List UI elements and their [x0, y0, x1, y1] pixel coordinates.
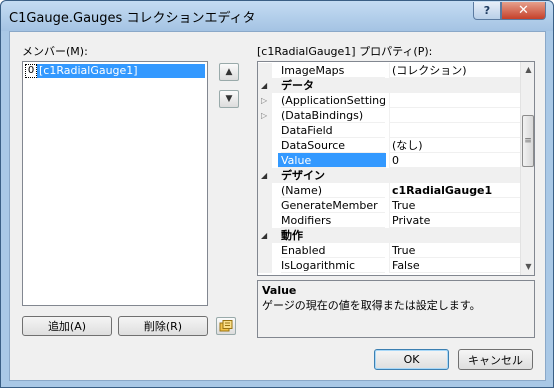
- property-row[interactable]: ImageMaps (コレクション): [258, 63, 520, 78]
- member-name: [c1RadialGauge1]: [37, 64, 205, 78]
- row-gutter: [258, 153, 272, 168]
- move-down-button[interactable]: ▼: [219, 90, 239, 108]
- property-row[interactable]: IsLogarithmic False: [258, 258, 520, 273]
- properties-label: [c1RadialGauge1] プロパティ(P):: [257, 45, 433, 58]
- category-label: 動作: [281, 229, 303, 242]
- arrow-up-icon: ▲: [225, 67, 233, 77]
- dialog-window: C1Gauge.Gauges コレクションエディタ ? ✕ メンバー(M): 0…: [0, 0, 554, 388]
- property-name: ImageMaps: [281, 63, 385, 78]
- category-row[interactable]: ◢ デザイン: [258, 168, 520, 183]
- arrow-down-icon: ▼: [225, 94, 233, 104]
- property-value[interactable]: c1RadialGauge1: [389, 183, 520, 198]
- row-gutter: [258, 258, 272, 273]
- property-row[interactable]: ▷ (ApplicationSettings): [258, 93, 520, 108]
- window-title: C1Gauge.Gauges コレクションエディタ: [9, 11, 256, 26]
- description-text: ゲージの現在の値を取得または設定します。: [262, 299, 481, 312]
- property-value[interactable]: Private: [389, 213, 520, 228]
- expand-icon[interactable]: ▷: [261, 108, 267, 123]
- category-row[interactable]: ◢ 動作: [258, 228, 520, 243]
- category-label: データ: [281, 79, 314, 92]
- property-value[interactable]: [389, 93, 520, 108]
- description-panel: Value ゲージの現在の値を取得または設定します。: [257, 280, 535, 338]
- cancel-button[interactable]: キャンセル: [458, 349, 533, 370]
- row-gutter: [258, 123, 272, 138]
- ok-button[interactable]: OK: [374, 349, 449, 370]
- property-row[interactable]: GenerateMember True: [258, 198, 520, 213]
- property-name: DataSource: [281, 138, 385, 153]
- property-name: GenerateMember: [281, 198, 385, 213]
- list-item[interactable]: 0 [c1RadialGauge1]: [25, 64, 205, 78]
- dialog-client-area: メンバー(M): 0 [c1RadialGauge1] ▲ ▼ 追加(A) 削除…: [9, 31, 546, 381]
- title-bar[interactable]: C1Gauge.Gauges コレクションエディタ ? ✕: [1, 1, 553, 31]
- property-row[interactable]: (Name) c1RadialGauge1: [258, 183, 520, 198]
- collapse-icon[interactable]: ◢: [261, 168, 267, 183]
- property-pages-button[interactable]: [216, 317, 236, 335]
- category-label: デザイン: [281, 169, 325, 182]
- property-name: IsLogarithmic: [281, 258, 385, 273]
- collapse-icon[interactable]: ◢: [261, 78, 267, 93]
- property-name: (ApplicationSettings): [281, 94, 385, 108]
- property-name: DataField: [281, 123, 385, 138]
- property-name: Value: [278, 153, 386, 168]
- property-name: (Name): [281, 183, 385, 198]
- property-grid[interactable]: ImageMaps (コレクション) ◢ データ ▷ (ApplicationS…: [257, 61, 535, 276]
- members-label: メンバー(M):: [22, 45, 88, 58]
- move-up-button[interactable]: ▲: [219, 63, 239, 81]
- help-button[interactable]: ?: [473, 2, 501, 20]
- property-row[interactable]: DataField: [258, 123, 520, 138]
- property-value[interactable]: [389, 123, 520, 138]
- property-row[interactable]: Enabled True: [258, 243, 520, 258]
- property-row-selected[interactable]: Value 0: [258, 153, 520, 168]
- property-value[interactable]: 0: [389, 153, 520, 168]
- property-row[interactable]: Modifiers Private: [258, 213, 520, 228]
- property-value[interactable]: (なし): [389, 138, 520, 153]
- close-button[interactable]: ✕: [501, 2, 546, 20]
- row-gutter: [258, 198, 272, 213]
- property-name: (DataBindings): [281, 108, 385, 123]
- property-value[interactable]: (コレクション): [389, 63, 520, 78]
- property-name: Enabled: [281, 243, 385, 258]
- property-value[interactable]: True: [389, 198, 520, 213]
- expand-icon[interactable]: ▷: [261, 93, 267, 108]
- property-row[interactable]: ▷ (DataBindings): [258, 108, 520, 123]
- members-list[interactable]: 0 [c1RadialGauge1]: [22, 61, 208, 306]
- property-name: Modifiers: [281, 213, 385, 228]
- description-title: Value: [262, 284, 297, 297]
- property-value[interactable]: [389, 108, 520, 123]
- row-gutter: [258, 138, 272, 153]
- vertical-scrollbar[interactable]: ▲ ≡ ▼: [520, 62, 534, 275]
- collapse-icon[interactable]: ◢: [261, 228, 267, 243]
- row-gutter: [258, 213, 272, 228]
- row-gutter: [258, 243, 272, 258]
- property-row[interactable]: DataSource (なし): [258, 138, 520, 153]
- scroll-down-icon[interactable]: ▼: [521, 259, 534, 274]
- property-value[interactable]: False: [389, 258, 520, 273]
- row-gutter: [258, 63, 272, 78]
- remove-button[interactable]: 削除(R): [118, 316, 208, 336]
- category-row[interactable]: ◢ データ: [258, 78, 520, 93]
- property-pages-icon: [219, 320, 233, 332]
- add-button[interactable]: 追加(A): [22, 316, 112, 336]
- property-value[interactable]: True: [389, 243, 520, 258]
- member-index: 0: [25, 64, 37, 78]
- row-gutter: [258, 183, 272, 198]
- scroll-thumb[interactable]: ≡: [522, 115, 534, 167]
- scroll-up-icon[interactable]: ▲: [521, 62, 534, 77]
